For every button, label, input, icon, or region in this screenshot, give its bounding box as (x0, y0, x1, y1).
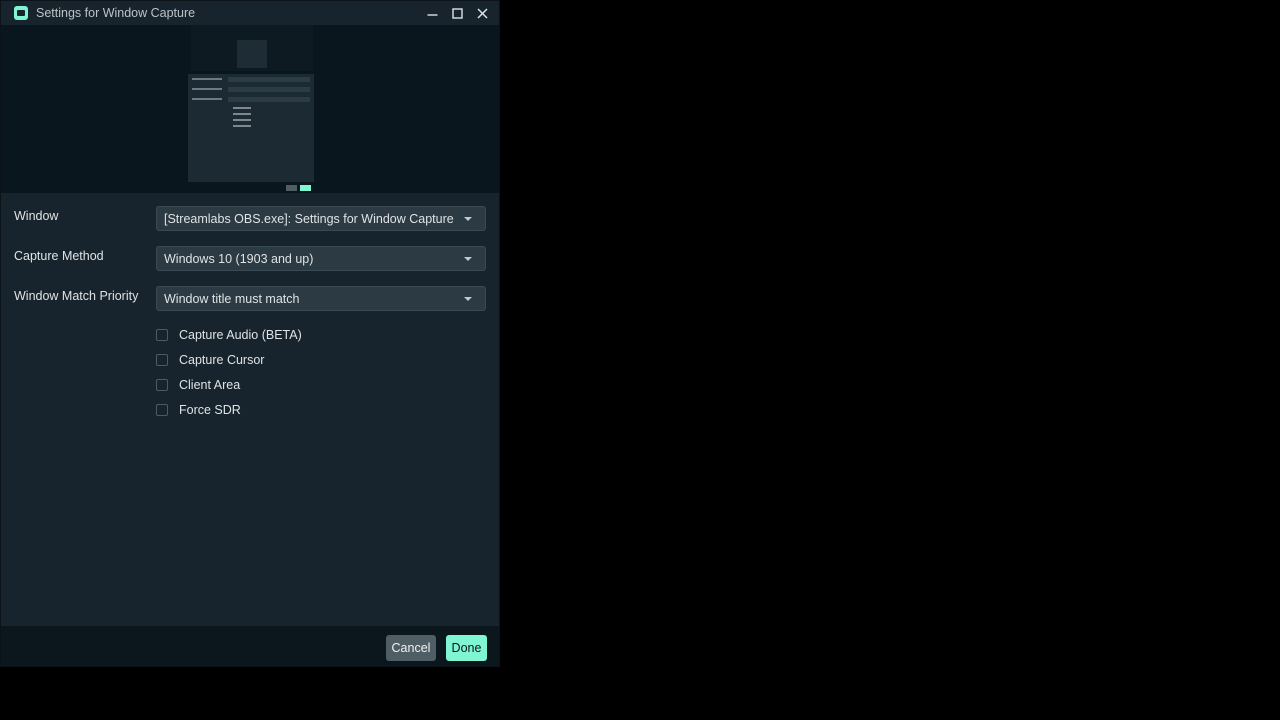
title-bar[interactable]: Settings for Window Capture (1, 1, 499, 25)
chevron-down-icon (464, 297, 472, 301)
capture-audio-checkbox-row[interactable]: Capture Audio (BETA) (156, 327, 302, 343)
window-match-priority-select-value: Window title must match (164, 292, 300, 306)
preview-mini-select (228, 87, 310, 92)
preview-mini-done (300, 185, 311, 191)
cancel-button[interactable]: Cancel (386, 635, 436, 661)
client-area-checkbox[interactable] (156, 379, 168, 391)
field-label: Window (14, 209, 59, 223)
preview-mini-select (228, 97, 310, 102)
chevron-down-icon (464, 257, 472, 261)
preview-mini-item (233, 113, 251, 115)
close-icon[interactable] (472, 4, 492, 22)
dialog-footer: Cancel Done (1, 626, 499, 666)
streamlabs-icon (14, 6, 28, 20)
capture-cursor-checkbox[interactable] (156, 354, 168, 366)
window-select-value: [Streamlabs OBS.exe]: Settings for Windo… (164, 212, 454, 226)
preview-mini-label (192, 78, 222, 80)
preview-thumbnail-menu (237, 40, 267, 68)
preview-mini-item (233, 119, 251, 121)
preview-thumbnail-top (191, 25, 313, 71)
force-sdr-checkbox-row[interactable]: Force SDR (156, 402, 241, 418)
chevron-down-icon (464, 217, 472, 221)
window-title: Settings for Window Capture (36, 6, 196, 20)
preview-mini-select (228, 77, 310, 82)
capture-method-select[interactable]: Windows 10 (1903 and up) (156, 246, 486, 271)
capture-audio-checkbox[interactable] (156, 329, 168, 341)
preview-mini-item (233, 107, 251, 109)
minimize-icon[interactable] (422, 4, 442, 22)
settings-window: Settings for Window Capture Window [Stre… (0, 0, 500, 667)
checkbox-label: Force SDR (179, 403, 241, 417)
field-label: Window Match Priority (14, 289, 139, 303)
checkbox-label: Capture Cursor (179, 353, 265, 367)
capture-method-select-value: Windows 10 (1903 and up) (164, 252, 314, 266)
maximize-icon[interactable] (447, 4, 467, 22)
checkbox-label: Capture Audio (BETA) (179, 328, 302, 342)
client-area-checkbox-row[interactable]: Client Area (156, 377, 240, 393)
preview-mini-item (233, 125, 251, 127)
preview-mini-label (192, 88, 222, 90)
preview-thumbnail-dialog (188, 74, 314, 182)
preview-mini-label (192, 98, 222, 100)
done-button[interactable]: Done (446, 635, 487, 661)
field-label: Capture Method (14, 249, 104, 263)
checkbox-label: Client Area (179, 378, 241, 392)
source-preview (1, 25, 499, 193)
capture-cursor-checkbox-row[interactable]: Capture Cursor (156, 352, 264, 368)
force-sdr-checkbox[interactable] (156, 404, 168, 416)
settings-form: Window [Streamlabs OBS.exe]: Settings fo… (1, 193, 499, 626)
window-select[interactable]: [Streamlabs OBS.exe]: Settings for Windo… (156, 206, 486, 231)
preview-mini-cancel (286, 185, 297, 191)
window-match-priority-select[interactable]: Window title must match (156, 286, 486, 311)
